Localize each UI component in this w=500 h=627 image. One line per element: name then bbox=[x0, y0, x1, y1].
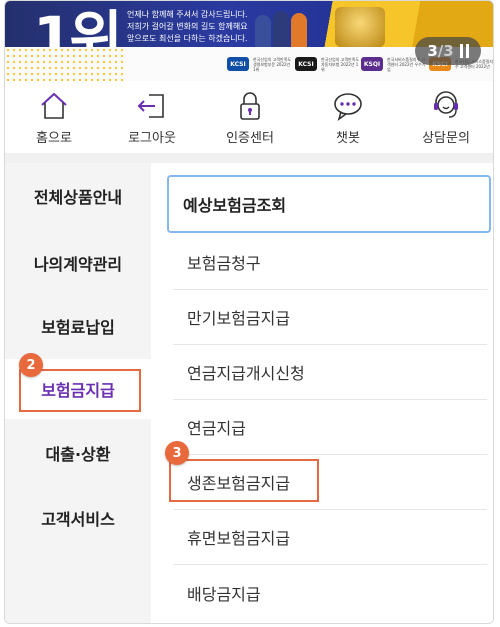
submenu-item-label: 연금지급 bbox=[187, 419, 246, 438]
submenu-item-annuity-payment[interactable]: 연금지급 bbox=[173, 400, 487, 455]
pager-total: 3 bbox=[443, 42, 454, 60]
step-badge: 2 bbox=[19, 353, 43, 377]
submenu-item-annuity-start-request[interactable]: 연금지급개시신청 bbox=[173, 345, 487, 400]
sidebar-item-loan-repayment[interactable]: 대출·상환 bbox=[5, 423, 151, 483]
submenu-item-dividend-payment[interactable]: 배당금지급 bbox=[173, 565, 487, 620]
submenu-item-expected-claim[interactable]: 예상보험금조회 bbox=[167, 175, 491, 233]
category-sidebar: 전체상품안내 나의계약관리 보험료납입 보험금지급 대출·상환 고객서비스 bbox=[5, 163, 151, 623]
submenu-item-label: 배당금지급 bbox=[187, 584, 261, 604]
award-logo-icon: KCSI bbox=[227, 57, 249, 71]
app-frame: 1위 언제나 함께해 주셔서 감사드립니다. 저희가 걸어갈 변화의 길도 함께… bbox=[4, 0, 494, 624]
submenu-item-maturity-payment[interactable]: 만기보험금지급 bbox=[173, 290, 487, 345]
quick-home-label: 홈으로 bbox=[36, 131, 72, 146]
sidebar-item-customer-service[interactable]: 고객서비스 bbox=[5, 488, 151, 548]
submenu-list: 예상보험금조회 보험금청구 만기보험금지급 연금지급개시신청 연금지급 생존보험… bbox=[155, 163, 493, 623]
pager-current: 3 bbox=[427, 42, 438, 60]
submenu-item-label: 휴면보험금지급 bbox=[187, 529, 291, 548]
sidebar-item-label: 나의계약관리 bbox=[33, 255, 123, 274]
award-badge: KCSI 한국산업의 고객만족도 생명보험부문 2022년 1위 bbox=[227, 51, 293, 77]
submenu-item-label: 연금지급개시신청 bbox=[187, 364, 305, 383]
quick-menu: 홈으로 로그아웃 인증센터 챗봇 상담문의 bbox=[5, 83, 493, 153]
sidebar-item-label: 전체상품안내 bbox=[33, 188, 123, 207]
step-badge: 3 bbox=[165, 441, 189, 465]
quick-chatbot-label: 챗봇 bbox=[336, 131, 360, 146]
pager-count: 3/3 bbox=[427, 42, 453, 60]
award-text: 한국산업의 고객만족도 생명보험부문 2022년 1위 bbox=[253, 56, 292, 72]
chat-bubble-icon bbox=[334, 93, 362, 121]
sidebar-item-label: 고객서비스 bbox=[41, 510, 115, 529]
banner-pager[interactable]: 3/3 bbox=[415, 37, 481, 65]
quick-auth-center-label: 인증센터 bbox=[226, 131, 274, 146]
award-logo-icon: KSQI bbox=[361, 57, 383, 71]
submenu-item-claim-request[interactable]: 보험금청구 bbox=[173, 235, 487, 290]
submenu-item-label: 만기보험금지급 bbox=[187, 309, 291, 328]
banner-people-illustration bbox=[205, 3, 315, 51]
award-badge: KCSI 한국산업의 고객만족도 자동차보험 2022년 1위 bbox=[295, 51, 361, 77]
award-logo-icon: KCSI bbox=[295, 57, 317, 71]
sidebar-item-label: 대출·상환 bbox=[45, 445, 111, 464]
banner-dot-pattern bbox=[5, 47, 125, 81]
quick-consult-button[interactable]: 상담문의 bbox=[397, 83, 493, 153]
quick-logout-label: 로그아웃 bbox=[128, 131, 176, 146]
submenu-item-label: 보험금청구 bbox=[187, 254, 261, 273]
logout-icon bbox=[137, 94, 164, 118]
sidebar-item-premium-payment[interactable]: 보험료납입 bbox=[5, 296, 151, 356]
quick-home-button[interactable]: 홈으로 bbox=[5, 83, 103, 153]
award-text: 한국산업의 고객만족도 자동차보험 2022년 1위 bbox=[321, 56, 360, 72]
quick-auth-center-button[interactable]: 인증센터 bbox=[201, 83, 299, 153]
promo-banner[interactable]: 1위 언제나 함께해 주셔서 감사드립니다. 저희가 걸어갈 변화의 길도 함께… bbox=[5, 1, 493, 81]
quick-chatbot-button[interactable]: 챗봇 bbox=[299, 83, 397, 153]
sidebar-item-label: 보험금지급 bbox=[41, 381, 115, 400]
headset-icon bbox=[434, 91, 458, 118]
home-icon bbox=[41, 92, 67, 119]
lock-icon bbox=[240, 92, 260, 120]
submenu-item-label: 생존보험금지급 bbox=[187, 474, 291, 493]
submenu-item-dormant-claim[interactable]: 휴면보험금지급 bbox=[173, 510, 487, 565]
sidebar-item-label: 보험료납입 bbox=[41, 318, 115, 337]
sidebar-item-all-products[interactable]: 전체상품안내 bbox=[5, 166, 151, 226]
trophy-icon bbox=[335, 7, 385, 47]
submenu-item-survival-benefit[interactable]: 생존보험금지급 bbox=[169, 455, 487, 510]
quick-consult-label: 상담문의 bbox=[422, 131, 470, 146]
pause-icon[interactable] bbox=[459, 44, 469, 58]
submenu-item-label: 예상보험금조회 bbox=[183, 196, 287, 215]
section-divider bbox=[5, 153, 493, 163]
sidebar-item-my-contracts[interactable]: 나의계약관리 bbox=[5, 233, 151, 293]
quick-logout-button[interactable]: 로그아웃 bbox=[103, 83, 201, 153]
